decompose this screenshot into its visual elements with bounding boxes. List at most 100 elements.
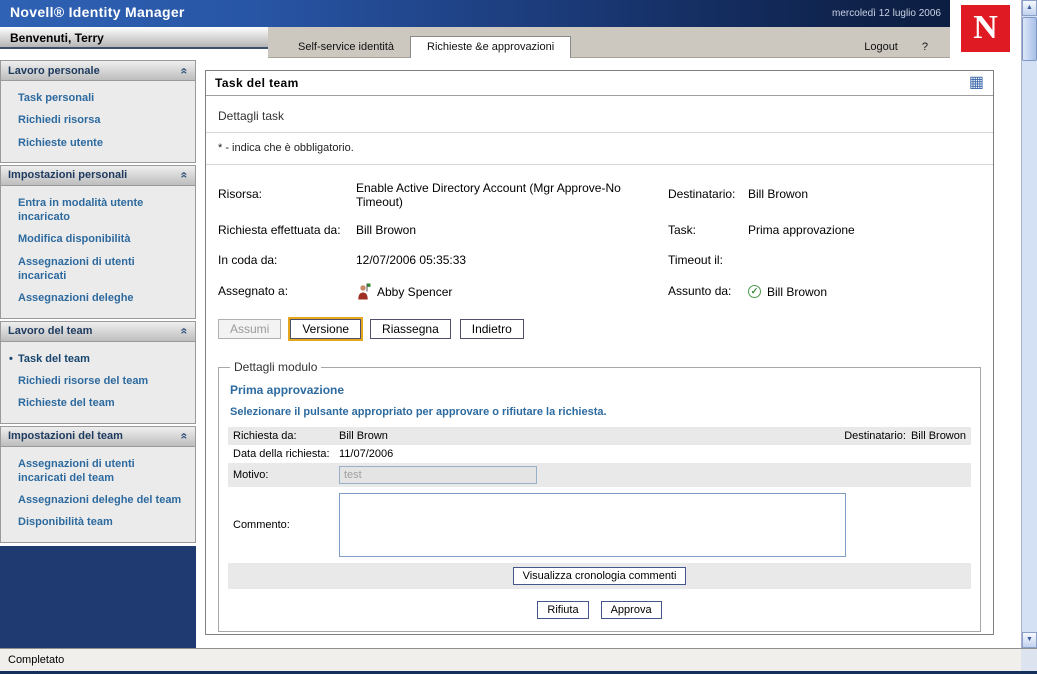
required-note: * - indica che è obbligatorio. [218, 142, 354, 154]
task-details-grid: Risorsa: Enable Active Directory Account… [218, 181, 981, 300]
collapse-chevrons-icon[interactable]: « [178, 172, 192, 179]
assegnato-name: Abby Spencer [377, 284, 453, 299]
section-items: • Task del team Richiedi risorse del tea… [1, 342, 195, 423]
form-title: Prima approvazione [230, 383, 345, 397]
divider [206, 132, 993, 133]
assunto-label: Assunto da: [668, 283, 732, 298]
timeout-label: Timeout il: [668, 253, 723, 267]
sidebar-item-assegnazioni-utenti-incaricati-team[interactable]: Assegnazioni di utenti incaricati del te… [1, 453, 195, 490]
novell-logo-area: N [950, 0, 1021, 57]
data-richiesta-value: 11/07/2006 [339, 448, 394, 460]
destinatario-value: Bill Browon [748, 187, 809, 201]
sidebar-section-header-impostazioni-personali[interactable]: Impostazioni personali « [1, 165, 195, 186]
tab-self-service-identita[interactable]: Self-service identità [282, 37, 410, 57]
sidebar-item-label: Task del team [18, 352, 90, 365]
scrollbar-thumb[interactable] [1022, 17, 1037, 61]
task-action-buttons: Assumi Versione Riassegna Indietro [218, 319, 981, 339]
welcome-banner: Benvenuti, Terry [0, 27, 268, 49]
section-heading: Dettagli task [218, 109, 285, 123]
sidebar-item-assegnazioni-utenti-incaricati[interactable]: Assegnazioni di utenti incaricati [1, 251, 195, 288]
motivo-label: Motivo: [233, 469, 269, 481]
form-row-motivo: Motivo: [228, 463, 971, 487]
sidebar-nav: Lavoro personale « Task personali Richie… [0, 58, 196, 648]
versione-button[interactable]: Versione [290, 319, 362, 339]
form-row-data-richiesta: Data della richiesta: 11/07/2006 [228, 445, 971, 463]
sidebar-item-richiedi-risorsa[interactable]: Richiedi risorsa [1, 109, 195, 131]
sidebar-section-header-impostazioni-del-team[interactable]: Impostazioni del team « [1, 426, 195, 447]
indietro-button[interactable]: Indietro [459, 319, 524, 339]
logout-link[interactable]: Logout [854, 37, 908, 57]
data-richiesta-label: Data della richiesta: [233, 448, 330, 460]
richiesta-da-label: Richiesta effettuata da: [218, 223, 341, 237]
sidebar-item-assegnazioni-deleghe[interactable]: Assegnazioni deleghe [1, 287, 195, 309]
in-coda-value: 12/07/2006 05:35:33 [356, 253, 467, 267]
task-label: Task: [668, 223, 697, 237]
section-items: Entra in modalità utente incaricato Modi… [1, 186, 195, 318]
risorsa-value: Enable Active Directory Account (Mgr App… [356, 181, 621, 209]
sidebar-section-header-lavoro-del-team[interactable]: Lavoro del team « [1, 321, 195, 342]
timeout-value [748, 253, 981, 269]
sidebar-item-assegnazioni-deleghe-team[interactable]: Assegnazioni deleghe del team [1, 489, 195, 511]
rifiuta-button[interactable]: Rifiuta [537, 601, 589, 619]
visualizza-cronologia-button[interactable]: Visualizza cronologia commenti [512, 567, 687, 585]
vertical-scrollbar[interactable]: ▲ ▼ [1021, 0, 1037, 648]
approva-button[interactable]: Approva [600, 601, 662, 619]
panel-header: Task del team ▦ [206, 71, 993, 96]
tab-bar: Self-service identità Richieste &e appro… [268, 27, 950, 58]
assegnato-label: Assegnato a: [218, 283, 289, 298]
scrollbar-corner [1021, 648, 1037, 671]
section-title: Lavoro personale [8, 64, 100, 77]
divider [206, 164, 993, 165]
top-header: Novell® Identity Manager mercoledì 12 lu… [0, 0, 1021, 27]
richiesta-da-value: Bill Brown [339, 430, 388, 442]
sidebar-item-modifica-disponibilita[interactable]: Modifica disponibilità [1, 228, 195, 250]
commento-textarea[interactable] [339, 493, 846, 557]
commento-label: Commento: [233, 519, 290, 531]
form-row-cronologia: Visualizza cronologia commenti [228, 563, 971, 589]
novell-logo-icon: N [961, 5, 1010, 52]
section-title: Impostazioni del team [8, 430, 123, 443]
assunto-value: ✓ Bill Browon [748, 284, 981, 300]
section-title: Impostazioni personali [8, 169, 128, 182]
fieldset-legend: Dettagli modulo [234, 360, 318, 374]
dettagli-modulo-fieldset: Dettagli modulo Prima approvazione Selez… [218, 360, 981, 632]
form-row-richiesta-da: Richiesta da: Bill Brown Destinatario: B… [228, 427, 971, 445]
sidebar-item-disponibilita-team[interactable]: Disponibilità team [1, 511, 195, 533]
status-bar: Completato [0, 648, 1021, 671]
sidebar-section-impostazioni-del-team: Impostazioni del team « Assegnazioni di … [0, 425, 196, 543]
risorsa-label: Risorsa: [218, 187, 263, 201]
collapse-chevrons-icon[interactable]: « [178, 328, 192, 335]
sidebar-item-task-personali[interactable]: Task personali [1, 87, 195, 109]
sidebar-item-richieste-utente[interactable]: Richieste utente [1, 132, 195, 154]
panel-title: Task del team [215, 76, 299, 90]
section-items: Task personali Richiedi risorsa Richiest… [1, 81, 195, 162]
scroll-down-button[interactable]: ▼ [1022, 632, 1037, 648]
status-text: Completato [8, 654, 65, 666]
help-link[interactable]: ? [908, 37, 950, 57]
assunto-name: Bill Browon [767, 284, 828, 299]
layout-grid-icon[interactable]: ▦ [969, 75, 984, 91]
task-detail-panel: Task del team ▦ Dettagli task * - indica… [205, 70, 994, 635]
assumi-button[interactable]: Assumi [218, 319, 282, 339]
novell-idm-window: Novell® Identity Manager mercoledì 12 lu… [0, 0, 1037, 674]
form-row-commento: Commento: [228, 487, 971, 563]
richiesta-da-label: Richiesta da: [233, 430, 297, 442]
sidebar-item-entra-modalita-utente[interactable]: Entra in modalità utente incaricato [1, 192, 195, 229]
collapse-chevrons-icon[interactable]: « [178, 433, 192, 440]
active-item-bullet: • [9, 352, 13, 365]
tab-richieste-approvazioni[interactable]: Richieste &e approvazioni [410, 36, 572, 58]
richiesta-da-value: Bill Browon [356, 223, 417, 237]
motivo-input[interactable] [339, 466, 537, 484]
sidebar-item-task-del-team[interactable]: • Task del team [1, 348, 195, 370]
sidebar-filler [0, 545, 196, 648]
task-value: Prima approvazione [748, 223, 855, 237]
scroll-up-button[interactable]: ▲ [1022, 0, 1037, 16]
sidebar-section-lavoro-del-team: Lavoro del team « • Task del team Richie… [0, 320, 196, 424]
form-action-buttons: Rifiuta Approva [228, 601, 971, 619]
sidebar-item-richiedi-risorse-del-team[interactable]: Richiedi risorse del team [1, 370, 195, 392]
destinatario-label: Destinatario: [668, 187, 736, 201]
riassegna-button[interactable]: Riassegna [370, 319, 451, 339]
collapse-chevrons-icon[interactable]: « [178, 67, 192, 74]
sidebar-section-header-lavoro-personale[interactable]: Lavoro personale « [1, 61, 195, 81]
sidebar-item-richieste-del-team[interactable]: Richieste del team [1, 392, 195, 414]
